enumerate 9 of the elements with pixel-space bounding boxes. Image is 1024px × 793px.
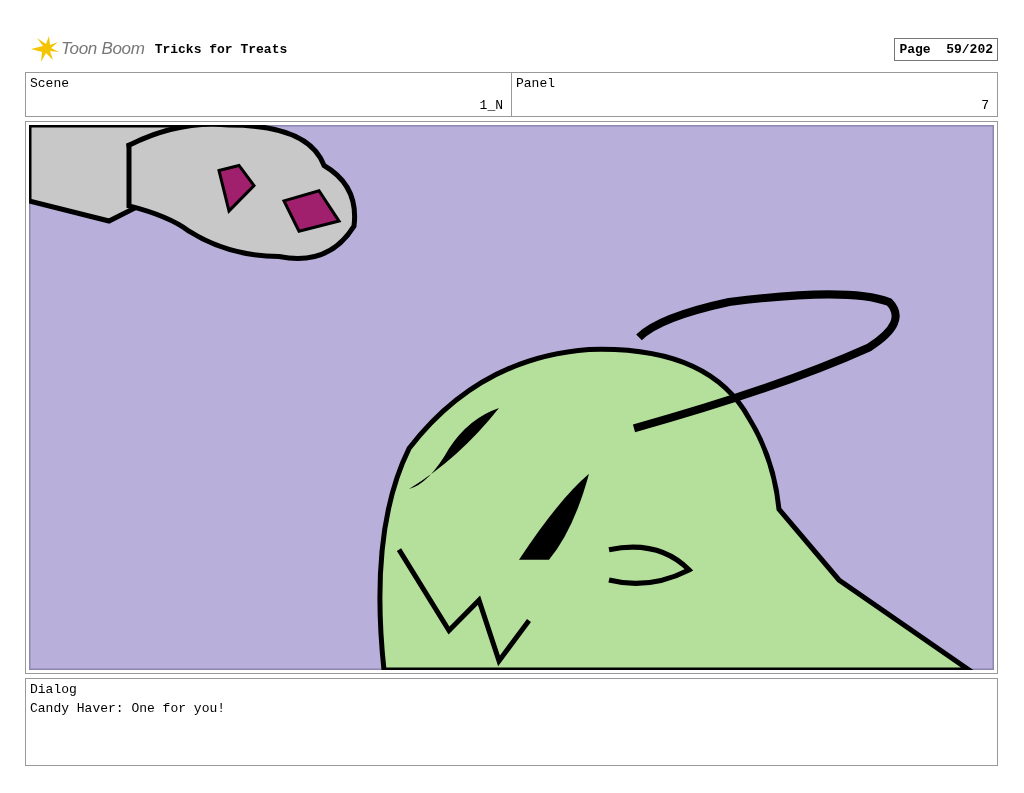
field-value: 1_N <box>479 98 503 113</box>
dialog-text: Candy Haver: One for you! <box>30 701 227 716</box>
field-label: Scene <box>30 76 70 91</box>
dialog-label: Dialog <box>30 682 78 697</box>
storyboard-title: Tricks for Treats <box>154 41 289 57</box>
page-number: Page 59/202 <box>894 37 998 61</box>
logo-text: Toon Boom <box>61 39 145 59</box>
field-label: Panel <box>516 76 556 91</box>
field-value: 7 <box>981 98 989 113</box>
